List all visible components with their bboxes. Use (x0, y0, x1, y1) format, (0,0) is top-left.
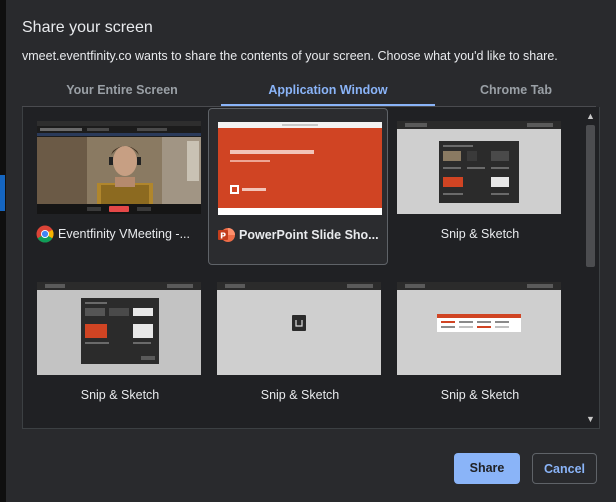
window-thumbnail (37, 282, 201, 375)
share-button[interactable]: Share (454, 453, 520, 484)
window-title: Snip & Sketch (80, 388, 160, 402)
chrome-icon (36, 225, 54, 243)
window-label-row: P PowerPoint Slide Sho... (217, 225, 385, 245)
window-thumbnail (218, 122, 382, 215)
window-label-row: Snip & Sketch (396, 224, 564, 244)
window-item-snip-sketch-3[interactable]: Snip & Sketch (208, 269, 388, 426)
window-item-powerpoint[interactable]: P PowerPoint Slide Sho... (208, 108, 388, 265)
window-thumbnail (397, 282, 561, 375)
window-label-row: Eventfinity VMeeting -... (36, 224, 204, 244)
scroll-up-arrow-icon[interactable]: ▲ (585, 110, 596, 122)
scrollbar-thumb[interactable] (586, 125, 595, 267)
window-thumbnail (397, 121, 561, 214)
share-screen-dialog: Share your screen vmeet.eventfinity.co w… (6, 0, 616, 502)
window-title: Snip & Sketch (440, 227, 520, 241)
window-item-snip-sketch-1[interactable]: Snip & Sketch (388, 108, 568, 265)
window-item-eventfinity[interactable]: Eventfinity VMeeting -... (28, 108, 208, 265)
window-label-row: Snip & Sketch (36, 385, 204, 405)
dialog-title: Share your screen (22, 19, 153, 36)
window-title: Snip & Sketch (440, 388, 520, 402)
powerpoint-icon: P (217, 226, 235, 244)
tab-chrome-tab[interactable]: Chrome Tab (434, 77, 598, 104)
window-label-row: Snip & Sketch (396, 385, 564, 405)
window-list: Eventfinity VMeeting -... P PowerPoint S… (22, 107, 600, 429)
svg-text:P: P (220, 231, 226, 240)
background-accent-strip (0, 175, 5, 211)
cancel-button[interactable]: Cancel (532, 453, 597, 484)
window-item-snip-sketch-4[interactable]: Snip & Sketch (388, 269, 568, 426)
window-thumbnail (37, 121, 201, 214)
tab-entire-screen[interactable]: Your Entire Screen (22, 77, 222, 104)
window-item-snip-sketch-2[interactable]: Snip & Sketch (28, 269, 208, 426)
window-label-row: Snip & Sketch (216, 385, 384, 405)
tab-application-window[interactable]: Application Window (221, 77, 435, 106)
source-tabs: Your Entire Screen Application Window Ch… (22, 77, 596, 106)
window-title: Eventfinity VMeeting -... (58, 227, 191, 241)
vertical-scrollbar[interactable]: ▲ ▼ (583, 107, 598, 428)
window-title: PowerPoint Slide Sho... (239, 228, 379, 242)
window-title: Snip & Sketch (260, 388, 340, 402)
window-thumbnail (217, 282, 381, 375)
scroll-down-arrow-icon[interactable]: ▼ (585, 413, 596, 425)
dialog-subtitle: vmeet.eventfinity.co wants to share the … (22, 49, 558, 63)
